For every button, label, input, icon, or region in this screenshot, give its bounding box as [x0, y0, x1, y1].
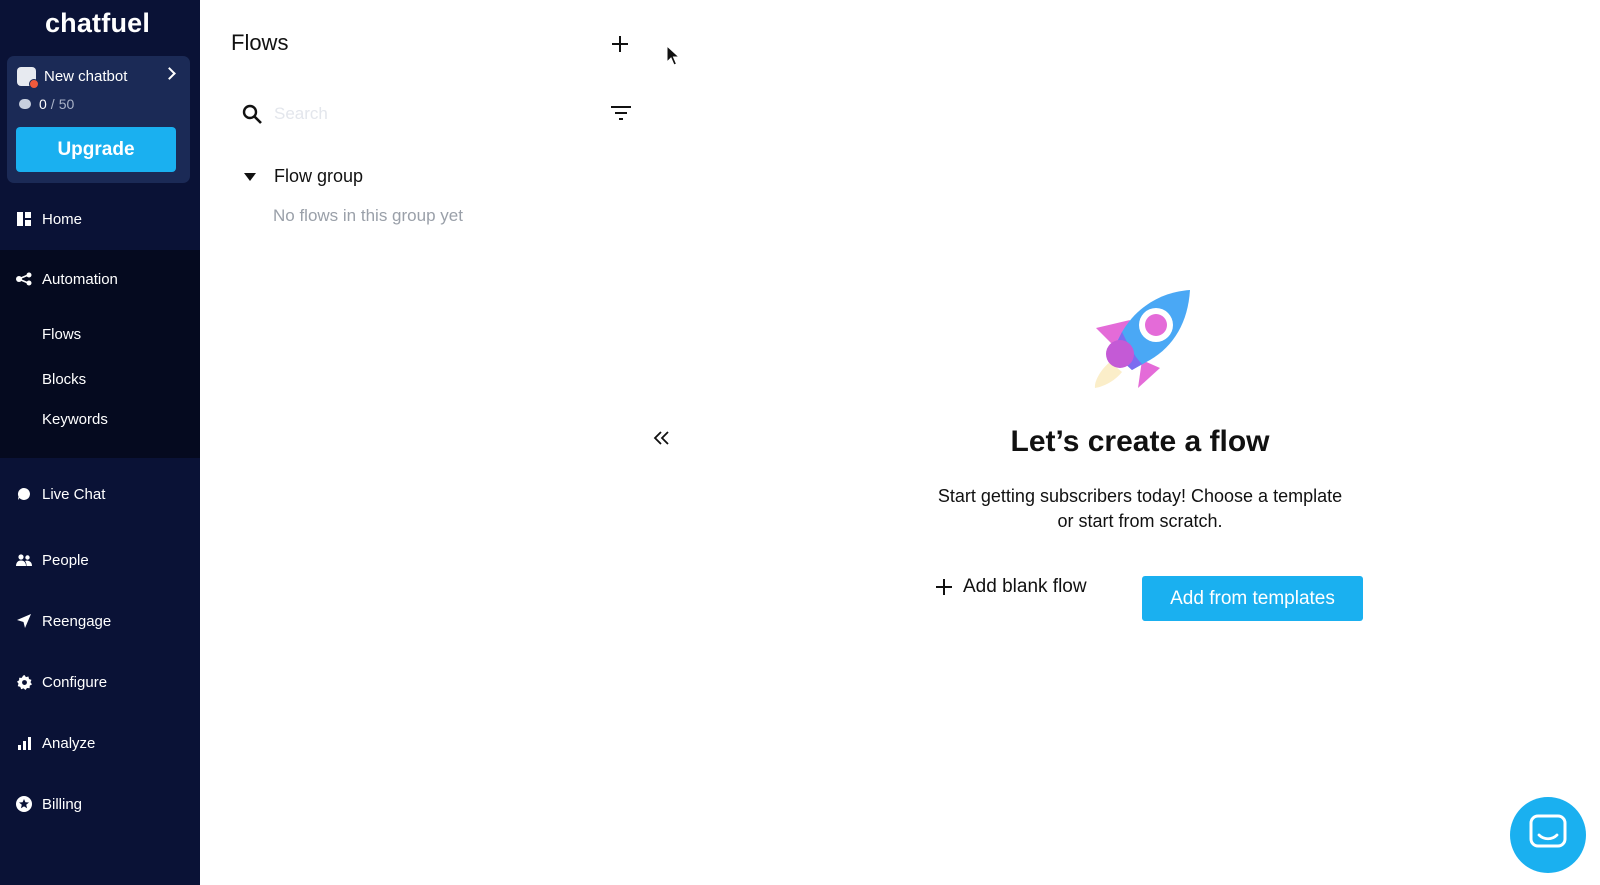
empty-group-text: No flows in this group yet: [273, 206, 463, 225]
chevron-right-icon: [163, 67, 176, 80]
empty-state-subtitle-line-1: Start getting subscribers today! Choose …: [937, 486, 1343, 506]
nav-subitem-flows[interactable]: Flows: [42, 326, 81, 343]
flow-group-label: Flow group: [274, 166, 364, 186]
plus-icon[interactable]: [610, 34, 630, 54]
mouse-cursor-icon: [666, 44, 681, 67]
bot-selector[interactable]: New chatbot: [17, 66, 182, 89]
search-input[interactable]: [274, 100, 574, 128]
app-window: chatfuel New chatbot 0 / 50 Upgrade Home: [0, 0, 1600, 885]
nav-item-reengage[interactable]: Reengage: [0, 611, 200, 631]
bot-avatar: [17, 66, 39, 89]
nav-label-live-chat: Live Chat: [42, 485, 106, 503]
nav-label-configure: Configure: [42, 673, 108, 691]
nav-subitem-blocks[interactable]: Blocks: [42, 371, 86, 388]
nav-item-automation[interactable]: Automation: [0, 269, 200, 289]
chat-bubble-icon: [16, 486, 32, 502]
star-badge-icon: [16, 796, 32, 812]
automation-section: Automation Flows Blocks Keywords: [0, 250, 200, 458]
grid-icon: [16, 211, 32, 227]
add-blank-flow-button[interactable]: Add blank flow: [935, 572, 1087, 602]
nav-label-reengage: Reengage: [42, 612, 112, 630]
automation-icon: [16, 271, 32, 287]
bot-name: New chatbot: [44, 67, 128, 85]
bot-card: New chatbot 0 / 50 Upgrade: [7, 56, 190, 183]
add-from-templates-button[interactable]: Add from templates: [1142, 576, 1363, 621]
nav-label-analyze: Analyze: [42, 734, 96, 752]
nav-label-billing: Billing: [42, 795, 83, 813]
nav-item-analyze[interactable]: Analyze: [0, 733, 200, 753]
chatfuel-logo[interactable]: chatfuel: [0, 8, 195, 39]
rocket-icon: [1090, 290, 1200, 390]
double-chevron-left-icon[interactable]: [652, 428, 672, 448]
messages-limit: 50: [58, 96, 75, 112]
flows-panel: Flows Flow group No flows in this group …: [200, 0, 669, 885]
nav-item-configure[interactable]: Configure: [0, 672, 200, 692]
plus-icon: [935, 578, 953, 596]
messages-separator: /: [50, 96, 55, 112]
filter-icon[interactable]: [610, 104, 632, 122]
paper-plane-icon: [16, 613, 32, 629]
nav-label-automation: Automation: [42, 270, 118, 288]
messages-used: 0: [39, 96, 47, 112]
message-usage: 0 / 50: [19, 96, 74, 112]
chat-launcher-button[interactable]: [1510, 797, 1586, 873]
empty-state-subtitle-line-2: or start from scratch.: [1057, 511, 1223, 531]
nav-item-people[interactable]: People: [0, 550, 200, 570]
empty-state-title: Let’s create a flow: [1010, 425, 1270, 458]
people-icon: [16, 552, 32, 568]
search-icon: [242, 104, 262, 124]
empty-state-subtitle: Start getting subscribers today! Choose …: [890, 484, 1390, 534]
flow-group-toggle[interactable]: Flow group: [244, 166, 363, 187]
sidebar: chatfuel New chatbot 0 / 50 Upgrade Home: [0, 0, 200, 885]
nav-label-people: People: [42, 551, 89, 569]
chat-bubble-icon: [19, 99, 31, 109]
nav-subitem-keywords[interactable]: Keywords: [42, 411, 108, 428]
nav-item-live-chat[interactable]: Live Chat: [0, 484, 200, 504]
nav-item-billing[interactable]: Billing: [0, 794, 200, 814]
add-blank-flow-label: Add blank flow: [963, 576, 1087, 597]
nav-label-home: Home: [42, 210, 83, 228]
panel-title: Flows: [231, 30, 289, 55]
chat-launcher-icon: [1529, 814, 1567, 857]
gear-icon: [16, 674, 32, 690]
nav-item-home[interactable]: Home: [0, 209, 200, 229]
triangle-down-icon: [244, 172, 256, 181]
upgrade-button[interactable]: Upgrade: [16, 127, 176, 172]
bar-chart-icon: [16, 735, 32, 751]
